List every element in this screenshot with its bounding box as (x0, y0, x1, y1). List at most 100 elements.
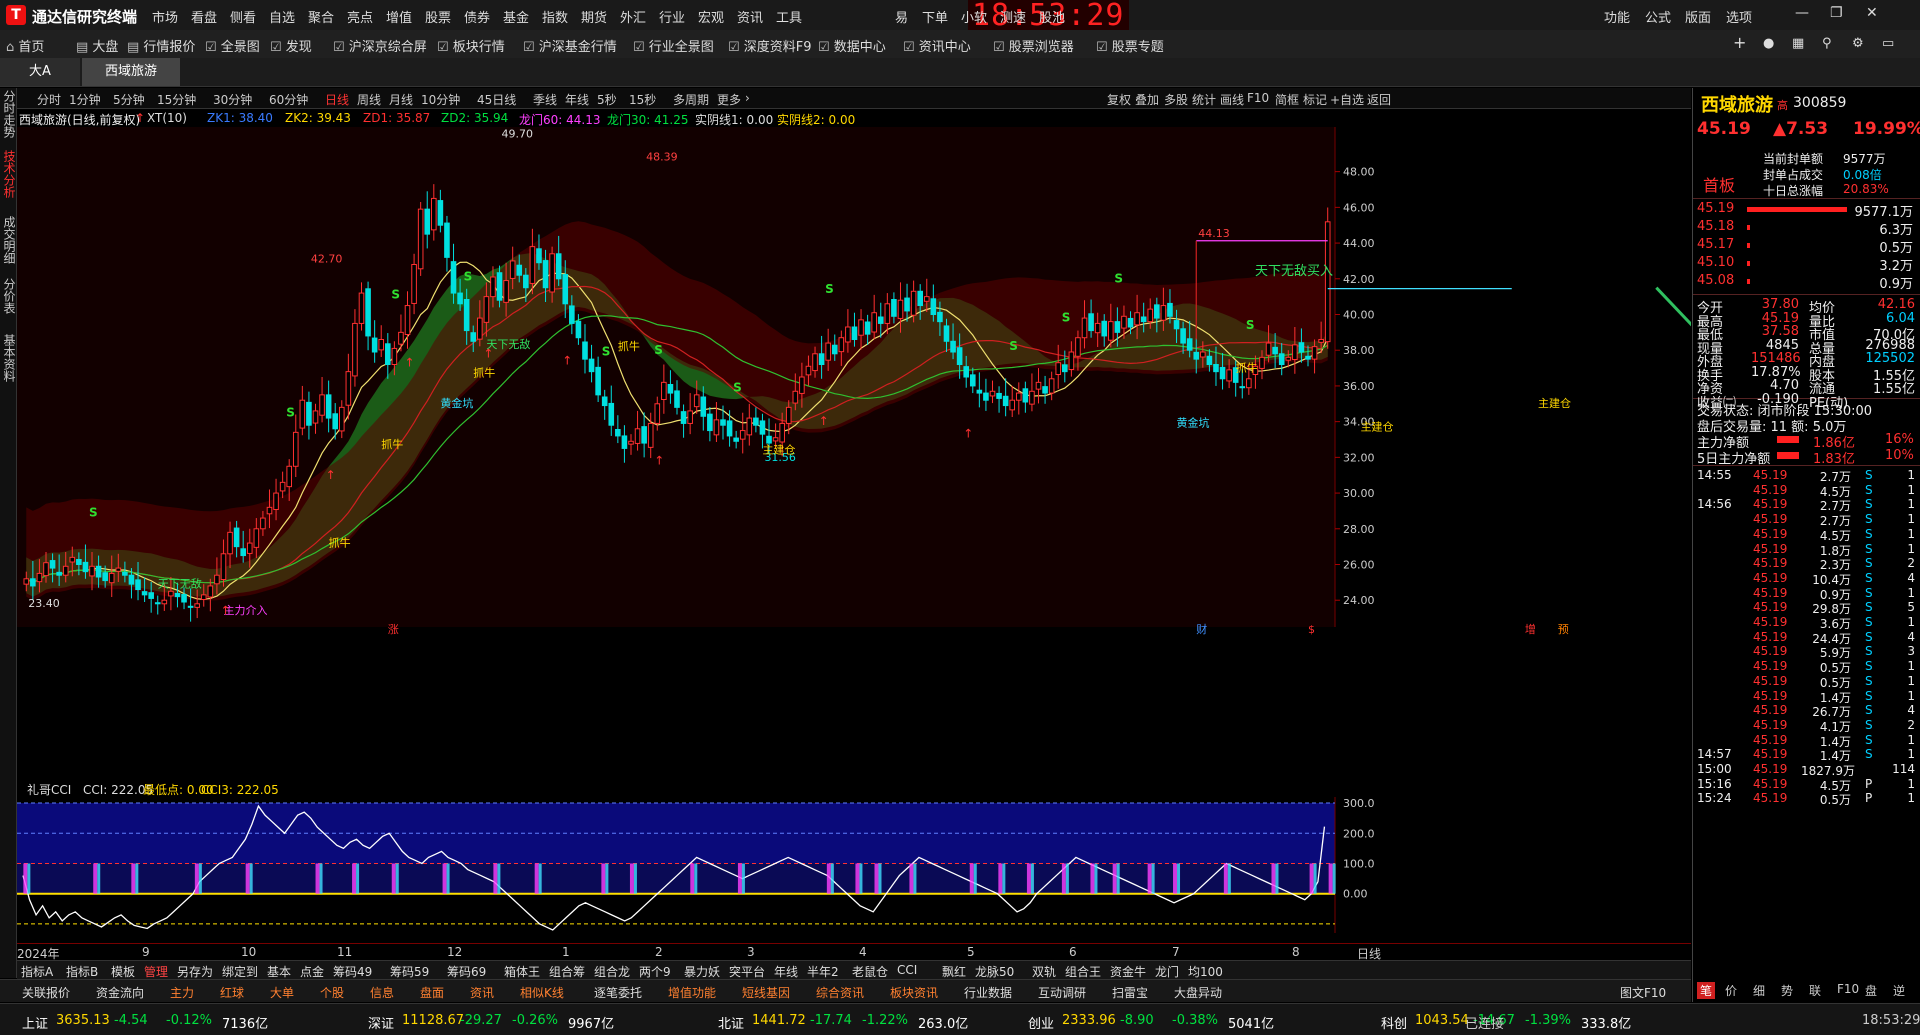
toolbar-item-2[interactable]: ▤ 行情报价 (127, 36, 195, 55)
indicator-tab-16[interactable]: 突平台 (729, 963, 765, 980)
indicator-tab-23[interactable]: 双轨 (1032, 963, 1056, 980)
menu-item-13[interactable]: 行业 (659, 7, 685, 26)
indicator-tab-5[interactable]: 绑定到 (222, 963, 258, 980)
tab-stock[interactable]: 西域旅游 (82, 58, 180, 86)
indicator-tab-8[interactable]: 筹码49 (333, 963, 372, 980)
menu-item-3[interactable]: 自选 (269, 7, 295, 26)
indicator-tab-3[interactable]: 管理 (144, 963, 168, 980)
toolbar-item-9[interactable]: ☑ 深度资料F9 (728, 36, 812, 55)
chart-tool-0[interactable]: 复权 (1107, 91, 1131, 108)
menu-item-4[interactable]: 聚合 (308, 7, 334, 26)
indicator-tab-12[interactable]: 组合筹 (549, 963, 585, 980)
toolbar-item-12[interactable]: ☑ 股票浏览器 (993, 36, 1074, 55)
grid-icon[interactable]: ▦ (1792, 36, 1804, 51)
globe-icon[interactable]: ● (1763, 36, 1774, 51)
function-tab-1[interactable]: 资金流向 (96, 984, 144, 1001)
menu-item-7[interactable]: 股票 (425, 7, 451, 26)
menu-item-17[interactable]: 易 (895, 7, 908, 26)
menu-item-15[interactable]: 资讯 (737, 7, 763, 26)
period-5[interactable]: 60分钟 (269, 91, 308, 108)
settings-icon[interactable]: ⚙ (1852, 36, 1864, 51)
function-tab-17[interactable]: 扫雷宝 (1112, 984, 1148, 1001)
toolbar-item-5[interactable]: ☑ 沪深京综合屏 (333, 36, 427, 55)
chart-tool-9[interactable]: 返回 (1367, 91, 1391, 108)
quote-tab-2[interactable]: 细 (1753, 982, 1765, 999)
indicator-tab-14[interactable]: 两个9 (639, 963, 671, 980)
toolbar-item-6[interactable]: ☑ 板块行情 (437, 36, 505, 55)
menu-item-16[interactable]: 工具 (776, 7, 802, 26)
indicator-tab-0[interactable]: 指标A (21, 963, 53, 980)
function-tab-15[interactable]: 行业数据 (964, 984, 1012, 1001)
left-tab-4[interactable]: 基本资料 (1, 334, 16, 382)
cci-chart[interactable]: 300.0200.0100.00.00礼哥CCI CCI: 222.05最低点: … (17, 782, 1691, 943)
chart-tool-6[interactable]: 简框 (1275, 91, 1299, 108)
menu-item-9[interactable]: 基金 (503, 7, 529, 26)
function-tab-6[interactable]: 信息 (370, 984, 394, 1001)
search-icon[interactable]: ⚲ (1822, 36, 1832, 51)
quote-tab-4[interactable]: 联 (1809, 982, 1821, 999)
period-13[interactable]: 5秒 (597, 91, 617, 108)
indicator-tab-27[interactable]: 均100 (1188, 963, 1223, 980)
menu-item-19[interactable]: 小软 (961, 7, 987, 26)
right-menu-item-0[interactable]: 功能 (1604, 7, 1630, 26)
period-1[interactable]: 1分钟 (69, 91, 101, 108)
index-bz-0[interactable]: 北证 (718, 1013, 744, 1032)
function-tab-10[interactable]: 逐笔委托 (594, 984, 642, 1001)
tab-da-a[interactable]: 大A (0, 58, 80, 86)
menu-item-10[interactable]: 指数 (542, 7, 568, 26)
right-menu-item-2[interactable]: 版面 (1685, 7, 1711, 26)
function-tab-13[interactable]: 综合资讯 (816, 984, 864, 1001)
restore-icon[interactable]: ❐ (1830, 5, 1843, 21)
function-tab-5[interactable]: 个股 (320, 984, 344, 1001)
period-4[interactable]: 30分钟 (213, 91, 252, 108)
indicator-tab-10[interactable]: 筹码69 (447, 963, 486, 980)
menu-item-21[interactable]: 股池 (1039, 7, 1065, 26)
menu-item-6[interactable]: 增值 (386, 7, 412, 26)
indicator-tab-15[interactable]: 暴力妖 (684, 963, 720, 980)
chevron-right-icon[interactable]: › (745, 91, 750, 105)
indicator-tab-19[interactable]: 老鼠仓 (852, 963, 888, 980)
function-tab-8[interactable]: 资讯 (470, 984, 494, 1001)
menu-item-12[interactable]: 外汇 (620, 7, 646, 26)
function-tab-11[interactable]: 增值功能 (668, 984, 716, 1001)
index-sz-0[interactable]: 深证 (368, 1013, 394, 1032)
period-6[interactable]: 日线 (325, 91, 349, 108)
period-3[interactable]: 15分钟 (157, 91, 196, 108)
function-tab-4[interactable]: 大单 (270, 984, 294, 1001)
quote-tab-6[interactable]: 盘 (1865, 982, 1877, 999)
indicator-tab-26[interactable]: 龙门 (1155, 963, 1179, 980)
period-7[interactable]: 周线 (357, 91, 381, 108)
menu-item-8[interactable]: 债券 (464, 7, 490, 26)
chart-tool-5[interactable]: F10 (1247, 91, 1269, 105)
menu-item-5[interactable]: 亮点 (347, 7, 373, 26)
function-tab-9[interactable]: 相似K线 (520, 984, 564, 1001)
period-12[interactable]: 年线 (565, 91, 589, 108)
left-tab-3[interactable]: 分价表 (1, 278, 16, 314)
menu-item-2[interactable]: 侧看 (230, 7, 256, 26)
function-tab-14[interactable]: 板块资讯 (890, 984, 938, 1001)
index-sh-0[interactable]: 上证 (22, 1013, 48, 1032)
quote-tab-0[interactable]: 笔 (1697, 982, 1716, 999)
menu-item-1[interactable]: 看盘 (191, 7, 217, 26)
indicator-tab-20[interactable]: CCI (897, 963, 917, 977)
indicator-tab-2[interactable]: 模板 (111, 963, 135, 980)
toolbar-item-7[interactable]: ☑ 沪深基金行情 (523, 36, 617, 55)
menu-item-18[interactable]: 下单 (922, 7, 948, 26)
dock-icon[interactable]: ▭ (1882, 36, 1894, 51)
function-tab-3[interactable]: 红球 (220, 984, 244, 1001)
menu-item-11[interactable]: 期货 (581, 7, 607, 26)
toolbar-item-10[interactable]: ☑ 数据中心 (818, 36, 886, 55)
left-tab-0[interactable]: 分时走势 (1, 90, 16, 138)
add-icon[interactable]: + (1733, 33, 1746, 52)
indicator-tab-1[interactable]: 指标B (66, 963, 98, 980)
function-tab-16[interactable]: 互动调研 (1038, 984, 1086, 1001)
quote-tab-7[interactable]: 逆 (1893, 982, 1905, 999)
toolbar-item-11[interactable]: ☑ 资讯中心 (903, 36, 971, 55)
menu-item-14[interactable]: 宏观 (698, 7, 724, 26)
chart-tool-4[interactable]: 画线 (1220, 91, 1244, 108)
indicator-tab-7[interactable]: 点金 (300, 963, 324, 980)
indicator-tab-24[interactable]: 组合王 (1065, 963, 1101, 980)
period-2[interactable]: 5分钟 (113, 91, 145, 108)
toolbar-item-0[interactable]: ⌂ 首页 (6, 36, 44, 55)
indicator-tab-18[interactable]: 半年2 (807, 963, 839, 980)
